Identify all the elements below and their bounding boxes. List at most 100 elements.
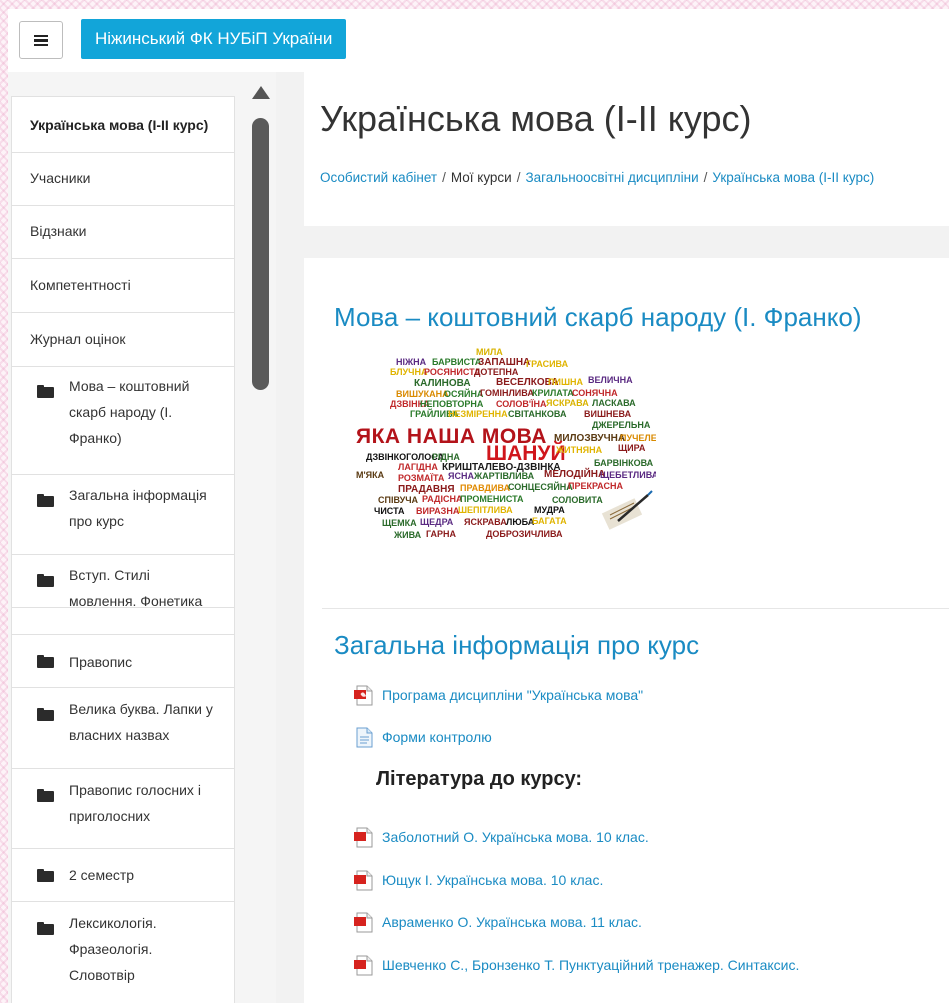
folder-icon — [37, 574, 54, 587]
wordcloud-word: БАРВІНКОВА — [594, 458, 654, 468]
wordcloud-word: СОНЯЧНА — [572, 388, 618, 398]
literature-heading: Література до курсу: — [376, 768, 583, 790]
literature-link[interactable]: Шевченко С., Бронзенко Т. Пунктуаційний … — [382, 957, 799, 973]
nav-section-4[interactable]: Правопис — [12, 634, 234, 688]
word-cloud-image: МИЛА НІЖНА БАРВИСТА ЗАПАШНА БЛУЧНА РОСЯН… — [356, 347, 656, 540]
site-brand-link[interactable]: Ніжинський ФК НУБіП України — [81, 19, 347, 59]
breadcrumb-my-courses: Мої курси — [450, 170, 512, 185]
breadcrumb-link-course[interactable]: Українська мова (I-II курс) — [712, 170, 874, 185]
scrollbar-thumb[interactable] — [252, 118, 269, 390]
wordcloud-word: ВИШУКАНА — [396, 389, 449, 399]
breadcrumb-separator: / — [442, 170, 446, 185]
page-header: Українська мова (I-II курс) Особистий ка… — [304, 72, 949, 226]
wordcloud-word: СОЛОВИТА — [552, 495, 603, 505]
wordcloud-word: БЛУЧНА — [390, 367, 428, 377]
wordcloud-word: БАГАТА — [532, 516, 567, 526]
wordcloud-word: ЖАРТІВЛИВА — [473, 471, 535, 481]
literature-link[interactable]: Авраменко О. Українська мова. 11 клас. — [382, 914, 642, 930]
wordcloud-word: ВИРАЗНА — [416, 506, 460, 516]
pdf-file-icon — [354, 955, 373, 976]
wordcloud-word: ЛАСКАВА — [592, 398, 636, 408]
literature-link[interactable]: Заболотний О. Українська мова. 10 клас. — [382, 829, 649, 845]
wordcloud-word: ЛЮБА — [506, 517, 535, 527]
nav-section-label: Правопис — [69, 654, 133, 670]
wordcloud-word: ЩИРА — [618, 443, 646, 453]
wordcloud-word: ПРОМЕНИСТА — [460, 494, 524, 504]
wordcloud-word: ДОБРОЗИЧЛИВА — [486, 529, 563, 539]
breadcrumb-separator: / — [516, 170, 521, 185]
wordcloud-word: ОСЯЙНА — [444, 388, 484, 399]
wordcloud-word: ЩЕМКА — [382, 518, 417, 528]
nav-item-badges[interactable]: Відзнаки — [12, 206, 234, 259]
section-divider — [322, 608, 949, 609]
nav-section-3[interactable]: Вступ. Стилі мовлення. Фонетика — [12, 555, 234, 609]
section-title-2[interactable]: Загальна інформація про курс — [334, 630, 699, 661]
nav-section-1[interactable]: Мова – коштовний скарб народу (І. Франко… — [12, 367, 234, 475]
nav-item-label: Журнал оцінок — [30, 331, 126, 347]
activity-link[interactable]: Форми контролю — [382, 729, 492, 745]
nav-section-label: 2 семестр — [69, 867, 135, 883]
wordcloud-word: СОЛОВ'ЇНА — [496, 399, 547, 409]
nav-section-label: Велика буква. Лапки у власних назвах — [69, 701, 213, 743]
wordcloud-word: НЕПОВТОРНА — [420, 399, 484, 409]
pdf-file-icon — [354, 870, 373, 891]
wordcloud-word: МЕЛОДІЙНА — [544, 467, 605, 480]
wordcloud-word: РАДІСНА — [422, 494, 463, 504]
pen-illustration-icon — [601, 490, 653, 530]
pdf-file-icon — [354, 827, 373, 848]
wordcloud-word: МУДРА — [534, 505, 565, 515]
nav-item-label: Українська мова (I-II курс) — [30, 117, 209, 133]
page-title: Українська мова (I-II курс) — [320, 98, 752, 139]
wordcloud-word: СПІВУЧА — [378, 495, 419, 505]
wordcloud-word: ЧИСТА — [374, 506, 405, 516]
wordcloud-word: ГАРНА — [426, 529, 457, 539]
wordcloud-word: ДОТЕПНА — [474, 367, 519, 377]
wordcloud-word: СОНЦЕСЯЙНА — [508, 481, 573, 492]
pdf-file-icon — [354, 912, 373, 933]
nav-section-6[interactable]: Правопис голосних і приголосних — [12, 769, 234, 849]
folder-icon — [37, 922, 54, 935]
breadcrumb-link-dashboard[interactable]: Особистий кабінет — [320, 170, 437, 185]
nav-section-7[interactable]: 2 семестр — [12, 849, 234, 902]
nav-section-label: Загальна інформація про курс — [69, 487, 207, 529]
scroll-up-arrow-icon[interactable] — [252, 86, 270, 99]
section-title-1[interactable]: Мова – коштовний скарб народу (І. Франко… — [334, 302, 862, 333]
nav-item-grades[interactable]: Журнал оцінок — [12, 313, 234, 367]
wordcloud-word: ГОМІНЛИВА — [480, 388, 534, 398]
nav-section-5[interactable]: Велика буква. Лапки у власних назвах — [12, 688, 234, 769]
wordcloud-word: ЯСНА — [448, 471, 474, 481]
wordcloud-word: СВІТАНКОВА — [508, 409, 567, 419]
wordcloud-word: ГРАСИВА — [526, 359, 569, 369]
wordcloud-word: М'ЯКА — [356, 470, 385, 480]
nav-item-participants[interactable]: Учасники — [12, 153, 234, 206]
course-navigation-drawer: Українська мова (I-II курс) Учасники Від… — [8, 72, 246, 1003]
wordcloud-word: ПИШНА — [548, 377, 583, 387]
nav-item-competencies[interactable]: Компетентності — [12, 259, 234, 313]
breadcrumb-link-category[interactable]: Загальноосвітні дисципліни — [526, 170, 699, 185]
main-region: Українська мова (I-II курс) Особистий ка… — [276, 72, 949, 1003]
nav-section-8[interactable]: Лексикологія. Фразеологія. Словотвір — [12, 902, 234, 1003]
wordcloud-word: НЕЗМІРЕННА — [448, 409, 508, 419]
wordcloud-word: ЖИВА — [393, 530, 422, 540]
folder-icon — [37, 708, 54, 721]
wordcloud-word: КАЛИНОВА — [414, 378, 471, 389]
wordcloud-word: ВИШНЕВА — [584, 409, 632, 419]
literature-link[interactable]: Ющук І. Українська мова. 10 клас. — [382, 872, 603, 888]
wordcloud-word: БАРВИСТА — [432, 357, 482, 367]
wordcloud-word: ЩЕБЕТЛИВА — [600, 470, 656, 480]
menu-toggle-button[interactable] — [19, 21, 63, 59]
nav-section-2[interactable]: Загальна інформація про курс — [12, 475, 234, 555]
nav-section-label: Вступ. Стилі мовлення. Фонетика — [69, 567, 203, 609]
nav-section-label: Лексикологія. Фразеологія. Словотвір — [69, 915, 157, 983]
hamburger-icon — [34, 34, 48, 46]
wordcloud-word: РІДНА — [432, 452, 460, 462]
wordcloud-word: ПУЧЕЛЕ — [620, 433, 656, 443]
nav-item-label: Учасники — [30, 170, 91, 186]
sidebar-scrollbar[interactable] — [246, 72, 276, 1003]
breadcrumb-separator: / — [703, 170, 708, 185]
wordcloud-word: ЖИТНЯНА — [555, 445, 603, 455]
nav-item-course[interactable]: Українська мова (I-II курс) — [12, 97, 234, 153]
activity-link[interactable]: Програма дисципліни "Українська мова" — [382, 687, 643, 703]
folder-icon — [37, 494, 54, 507]
wordcloud-word: ЛАГІДНА — [398, 462, 438, 472]
